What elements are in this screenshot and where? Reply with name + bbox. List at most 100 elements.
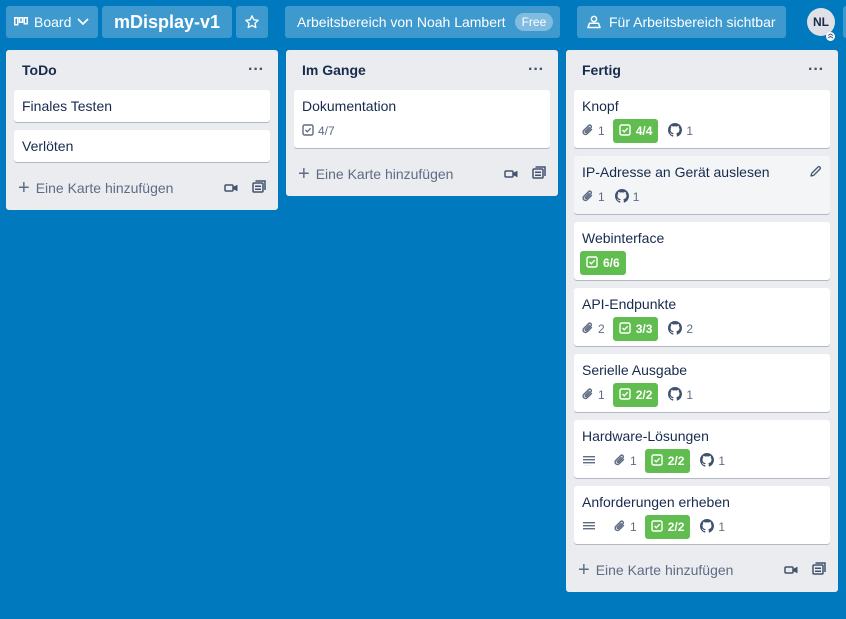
- github-badge: 1: [700, 452, 726, 470]
- list-title[interactable]: Fertig: [582, 62, 621, 78]
- people-icon: [587, 15, 601, 29]
- description-icon: [582, 454, 600, 469]
- video-icon[interactable]: [224, 180, 238, 196]
- card-badges: 2 3/3 2: [582, 317, 822, 341]
- card[interactable]: Knopf 1 4/4 1: [574, 90, 830, 148]
- create-from-template-icon[interactable]: [812, 561, 826, 579]
- github-icon: [668, 320, 686, 338]
- card-title: Serielle Ausgabe: [582, 362, 688, 378]
- card-title: Dokumentation: [302, 98, 397, 114]
- card[interactable]: Anforderungen erheben 1 2/2 1: [574, 486, 830, 544]
- more-options-icon[interactable]: ···: [248, 62, 264, 78]
- checklist-badge: 6/6: [580, 251, 626, 275]
- checklist-badge: 4/4: [612, 119, 659, 143]
- checklist-badge: 3/3: [612, 317, 659, 341]
- card[interactable]: Dokumentation 4/7: [294, 90, 550, 148]
- star-board-button[interactable]: [236, 6, 268, 38]
- card-title: IP-Adresse an Gerät auslesen: [582, 164, 770, 180]
- more-options-icon[interactable]: ···: [528, 62, 544, 78]
- add-card-button[interactable]: Eine Karte hinzufügen: [316, 166, 454, 182]
- github-badge: 1: [614, 188, 640, 206]
- board-view-switcher[interactable]: Board: [6, 6, 98, 38]
- add-card-row: + Eine Karte hinzufügen: [14, 170, 270, 206]
- pencil-icon[interactable]: [809, 165, 822, 181]
- attachment-badge: 1: [582, 189, 605, 206]
- github-count: 1: [718, 520, 726, 534]
- card[interactable]: API-Endpunkte 2 3/3 2: [574, 288, 830, 346]
- github-icon: [614, 188, 633, 206]
- checklist-count: 6/6: [603, 256, 620, 270]
- card-title: Finales Testen: [22, 98, 113, 114]
- card[interactable]: Verlöten: [14, 130, 270, 162]
- attachment-badge: 1: [614, 519, 637, 536]
- github-icon: [700, 518, 718, 536]
- github-icon: [668, 122, 686, 140]
- attachment-count: 1: [630, 454, 637, 468]
- attachment-count: 1: [598, 190, 605, 204]
- checklist-badge: 2/2: [644, 449, 691, 473]
- card-title: Hardware-Lösungen: [582, 428, 709, 444]
- card[interactable]: IP-Adresse an Gerät auslesen 1 1: [574, 156, 830, 214]
- checklist-badge: 2/2: [612, 383, 659, 407]
- add-card-button[interactable]: Eine Karte hinzufügen: [596, 562, 734, 578]
- list-title[interactable]: ToDo: [22, 62, 57, 78]
- workspace-button[interactable]: Arbeitsbereich von Noah Lambert Free: [285, 6, 560, 38]
- github-count: 2: [686, 322, 694, 336]
- checklist-icon: [650, 519, 668, 535]
- paperclip-icon: [614, 453, 630, 470]
- board-view-label: Board: [34, 14, 72, 30]
- attachment-count: 1: [598, 388, 605, 402]
- create-from-template-icon[interactable]: [532, 165, 546, 183]
- card[interactable]: Serielle Ausgabe 1 2/2 1: [574, 354, 830, 412]
- github-icon: [668, 386, 686, 404]
- attachment-count: 1: [598, 124, 605, 138]
- github-count: 1: [632, 190, 640, 204]
- more-options-icon[interactable]: ···: [808, 62, 824, 78]
- add-card-button[interactable]: Eine Karte hinzufügen: [36, 180, 174, 196]
- plus-icon: +: [18, 177, 30, 199]
- github-badge: 1: [668, 122, 693, 140]
- checklist-icon: [618, 387, 636, 403]
- list-header: ToDo ···: [14, 50, 270, 90]
- card-title: API-Endpunkte: [582, 296, 677, 312]
- checklist-icon: [618, 321, 636, 337]
- list-header: Im Gange ···: [294, 50, 550, 90]
- board-title[interactable]: mDisplay-v1: [102, 6, 232, 38]
- video-icon[interactable]: [504, 166, 518, 182]
- checklist-count: 2/2: [667, 454, 685, 468]
- admin-chevrons-icon: [826, 28, 835, 41]
- github-icon: [700, 452, 718, 470]
- checklist-icon: [302, 123, 318, 139]
- card[interactable]: Finales Testen: [14, 90, 270, 122]
- paperclip-icon: [582, 123, 598, 140]
- list-title[interactable]: Im Gange: [302, 62, 366, 78]
- checklist-count: 2/2: [667, 520, 685, 534]
- description-badge: [582, 454, 600, 469]
- avatar-initials: NL: [813, 15, 829, 29]
- video-icon[interactable]: [784, 562, 798, 578]
- card-badges: 4/7: [302, 119, 542, 143]
- checklist-icon: [650, 453, 668, 469]
- card[interactable]: Webinterface 6/6: [574, 222, 830, 280]
- card-badges: 6/6: [580, 251, 822, 275]
- checklist-count: 2/2: [635, 388, 653, 402]
- list-fertig: Fertig ··· Knopf 1 4/4 1 IP-Adresse an G…: [566, 50, 838, 592]
- github-count: 1: [718, 454, 726, 468]
- card-title: Knopf: [582, 98, 619, 114]
- add-card-row: + Eine Karte hinzufügen: [574, 552, 830, 588]
- paperclip-icon: [614, 519, 630, 536]
- checklist-count: 3/3: [635, 322, 653, 336]
- card-title: Verlöten: [22, 138, 74, 154]
- attachment-badge: 1: [582, 387, 605, 404]
- add-card-row: + Eine Karte hinzufügen: [294, 156, 550, 192]
- checklist-count: 4/7: [318, 124, 335, 138]
- attachment-badge: 2: [582, 321, 605, 338]
- visibility-label: Für Arbeitsbereich sichtbar: [609, 14, 776, 30]
- card[interactable]: Hardware-Lösungen 1 2/2 1: [574, 420, 830, 478]
- visibility-button[interactable]: Für Arbeitsbereich sichtbar: [577, 6, 786, 38]
- create-from-template-icon[interactable]: [252, 179, 266, 197]
- github-badge: 1: [700, 518, 726, 536]
- board-icon: [14, 17, 28, 27]
- github-badge: 2: [668, 320, 694, 338]
- card-title: Anforderungen erheben: [582, 494, 730, 510]
